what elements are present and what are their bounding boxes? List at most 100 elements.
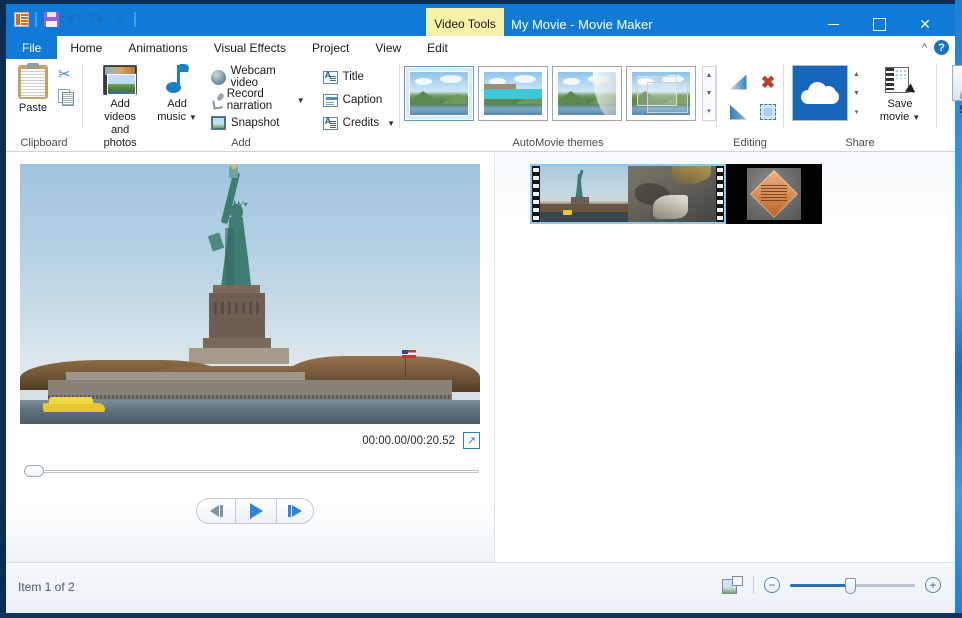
tab-home[interactable]: Home bbox=[57, 36, 115, 59]
gallery-more-icon[interactable]: ▾ bbox=[703, 102, 715, 120]
save-project-icon[interactable] bbox=[42, 10, 60, 28]
customize-quick-access-icon[interactable]: ▾ bbox=[111, 10, 129, 28]
fade-in-button[interactable] bbox=[723, 67, 753, 97]
add-music-label-line2: music bbox=[157, 111, 186, 124]
credits-button[interactable]: Credits ▼ bbox=[319, 112, 399, 134]
tab-file[interactable]: File bbox=[6, 36, 57, 59]
workspace: 00:00.00/00:20.52 ↗ bbox=[6, 152, 955, 562]
ribbon-group-account: Sign in bbox=[937, 59, 962, 152]
ribbon-tab-right-controls: ^ ? bbox=[922, 36, 949, 59]
redo-icon[interactable]: ↷ bbox=[88, 10, 106, 28]
automovie-theme-contemporary[interactable] bbox=[478, 66, 548, 121]
title-button[interactable]: Title bbox=[319, 66, 399, 88]
title-bar: ↶ ↷ ▾ Video Tools My Movie - Movie Maker… bbox=[6, 4, 955, 36]
webcam-icon bbox=[211, 70, 226, 85]
storyboard-pane[interactable] bbox=[496, 152, 955, 562]
record-narration-button[interactable]: Record narration ▼ bbox=[207, 89, 309, 111]
automovie-theme-cinematic[interactable] bbox=[552, 66, 622, 121]
fade-in-icon bbox=[730, 75, 747, 90]
paste-button[interactable]: Paste bbox=[12, 63, 54, 117]
video-photo-icon bbox=[103, 65, 137, 95]
tab-animations[interactable]: Animations bbox=[115, 36, 200, 59]
tab-edit[interactable]: Edit bbox=[414, 36, 461, 59]
seek-track bbox=[34, 470, 479, 473]
film-strip-left-icon bbox=[532, 166, 540, 222]
music-note-icon bbox=[164, 65, 190, 95]
save-movie-dropdown-icon[interactable]: ▼ bbox=[912, 111, 920, 124]
fade-out-button[interactable] bbox=[723, 97, 753, 127]
add-music-button[interactable]: Add music ▼ bbox=[151, 63, 203, 126]
credits-text-icon bbox=[323, 117, 338, 130]
fullscreen-icon[interactable]: ↗ bbox=[463, 432, 480, 449]
zoom-slider[interactable] bbox=[790, 576, 915, 594]
undo-icon[interactable]: ↶ bbox=[65, 10, 83, 28]
collapse-ribbon-icon[interactable]: ^ bbox=[922, 42, 927, 54]
add-videos-label-line1: Add videos bbox=[95, 98, 145, 124]
cut-icon[interactable]: ✂ bbox=[58, 67, 74, 83]
seek-bar[interactable] bbox=[24, 464, 479, 478]
save-movie-button[interactable]: Save movie ▼ bbox=[869, 63, 931, 126]
webcam-video-label: Webcam video bbox=[231, 65, 305, 89]
microphone-icon bbox=[211, 93, 222, 108]
seek-thumb[interactable] bbox=[24, 465, 44, 477]
snapshot-icon bbox=[211, 116, 226, 130]
gallery-scroll-down-icon[interactable]: ▼ bbox=[703, 85, 715, 103]
previous-frame-icon bbox=[210, 505, 219, 517]
tab-view[interactable]: View bbox=[362, 36, 414, 59]
qat-divider bbox=[35, 12, 37, 27]
save-movie-label-line1: Save bbox=[887, 98, 912, 111]
caption-text-icon bbox=[323, 94, 338, 107]
copy-icon[interactable] bbox=[58, 89, 74, 105]
video-preview[interactable] bbox=[20, 164, 480, 424]
group-label-automovie-themes: AutoMovie themes bbox=[400, 137, 716, 149]
play-button[interactable] bbox=[235, 499, 277, 523]
storyboard-clip-plaque-photo[interactable] bbox=[726, 164, 822, 224]
view-toggle-icon[interactable] bbox=[722, 576, 743, 594]
share-scroll-down-icon[interactable]: ▼ bbox=[850, 84, 863, 103]
next-frame-bar-icon bbox=[288, 505, 291, 517]
add-music-dropdown-icon[interactable]: ▼ bbox=[189, 111, 197, 124]
storyboard-clip-statue-of-liberty[interactable] bbox=[530, 164, 726, 224]
title-label: Title bbox=[343, 71, 364, 83]
status-item-count: Item 1 of 2 bbox=[18, 580, 75, 594]
ribbon-group-share: ▲ ▼ ▾ Save movie ▼ bbox=[784, 59, 936, 152]
onedrive-button[interactable] bbox=[792, 65, 848, 121]
title-text-icon bbox=[323, 71, 338, 84]
snapshot-button[interactable]: Snapshot bbox=[207, 112, 309, 134]
user-account-icon bbox=[952, 65, 962, 101]
tab-visual-effects[interactable]: Visual Effects bbox=[201, 36, 299, 59]
select-all-button[interactable] bbox=[753, 97, 783, 127]
zoom-slider-thumb[interactable] bbox=[845, 578, 856, 594]
credits-dropdown-icon[interactable]: ▼ bbox=[387, 119, 395, 128]
previous-frame-bar-icon bbox=[220, 505, 223, 517]
cloud-icon bbox=[801, 82, 839, 104]
tab-project[interactable]: Project bbox=[299, 36, 362, 59]
zoom-track-filled bbox=[790, 584, 852, 587]
share-more-icon[interactable]: ▾ bbox=[850, 102, 863, 121]
gallery-scroll-up-icon[interactable]: ▲ bbox=[703, 67, 715, 85]
preview-flag bbox=[402, 350, 416, 358]
timecode-row: 00:00.00/00:20.52 ↗ bbox=[20, 432, 480, 449]
remove-button[interactable]: ✖ bbox=[753, 67, 783, 97]
sign-in-button[interactable]: Sign in bbox=[946, 63, 962, 132]
select-all-icon bbox=[760, 104, 776, 120]
next-frame-icon bbox=[292, 505, 302, 517]
record-narration-dropdown-icon[interactable]: ▼ bbox=[297, 96, 305, 105]
automovie-theme-no-theme[interactable] bbox=[404, 66, 474, 121]
movie-maker-logo-icon[interactable] bbox=[12, 10, 30, 28]
automovie-theme-fade[interactable] bbox=[626, 66, 696, 121]
zoom-in-button[interactable]: + bbox=[925, 577, 941, 593]
snapshot-label: Snapshot bbox=[231, 117, 280, 129]
ribbon-tabs: File Home Animations Visual Effects Proj… bbox=[6, 36, 461, 59]
zoom-out-button[interactable]: − bbox=[764, 577, 780, 593]
ribbon-group-add: Add videos and photos Add music ▼ bbox=[83, 59, 399, 152]
next-frame-button[interactable] bbox=[277, 499, 313, 523]
webcam-video-button[interactable]: Webcam video bbox=[207, 66, 309, 88]
ribbon-group-editing: ✖ Editing bbox=[717, 59, 783, 152]
caption-button[interactable]: Caption bbox=[319, 89, 399, 111]
share-scroll-up-icon[interactable]: ▲ bbox=[850, 65, 863, 84]
previous-frame-button[interactable] bbox=[197, 499, 235, 523]
credits-label: Credits bbox=[343, 117, 379, 129]
help-icon[interactable]: ? bbox=[934, 40, 949, 55]
group-label-add: Add bbox=[83, 137, 399, 149]
